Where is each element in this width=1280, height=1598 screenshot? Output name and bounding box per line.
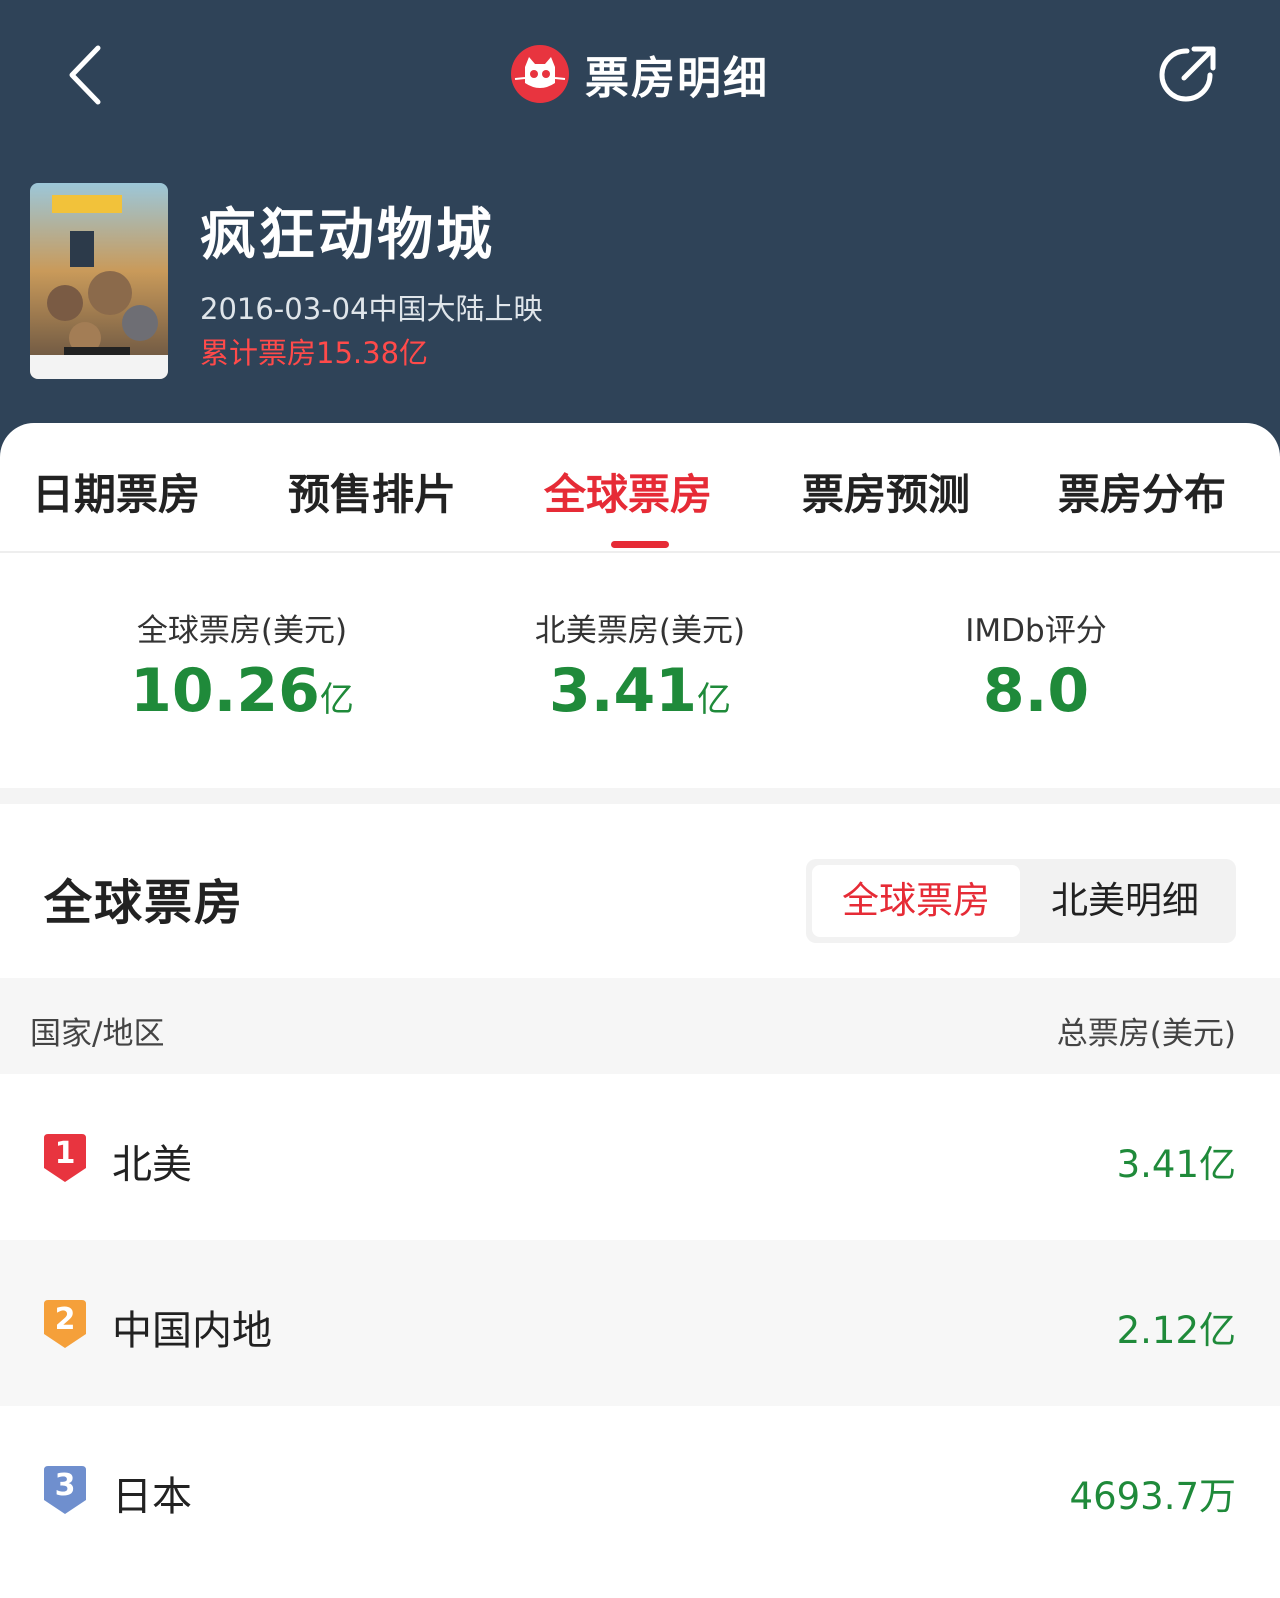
- column-header-total: 总票房(美元): [1056, 1016, 1236, 1052]
- poster-image: [30, 183, 168, 379]
- box-office-amount: 3.41亿: [1116, 1143, 1236, 1186]
- box-office-amount: 2.12亿: [1116, 1309, 1236, 1352]
- toggle-global-box-office[interactable]: 全球票房: [812, 865, 1020, 937]
- tab-daily-box-office[interactable]: 日期票房: [32, 461, 200, 522]
- section-title: 全球票房: [44, 875, 245, 931]
- stat-value: 10.26: [130, 656, 320, 726]
- stat-label: IMDb评分: [965, 613, 1107, 649]
- toggle-north-america-detail[interactable]: 北美明细: [1020, 865, 1230, 937]
- header: 票房明细 疯狂动物城 2016-03-04中国大陆上映 累计票房15.38亿: [0, 0, 1280, 470]
- share-button[interactable]: [1154, 42, 1220, 108]
- page-title: 票房明细: [585, 53, 769, 104]
- stat-global-box-office: 全球票房(美元) 10.26亿: [42, 605, 442, 726]
- tab-global-box-office[interactable]: 全球票房: [544, 461, 712, 522]
- stat-value: 8.0: [982, 656, 1090, 726]
- tab-bar: 日期票房 预售排片 全球票房 票房预测 票房分布: [0, 423, 1280, 553]
- stat-unit: 亿: [319, 680, 354, 720]
- tab-presale-schedule[interactable]: 预售排片: [288, 461, 456, 522]
- content-card: 日期票房 预售排片 全球票房 票房预测 票房分布 全球票房(美元) 10.26亿…: [0, 423, 1280, 1598]
- movie-title: 疯狂动物城: [200, 203, 495, 268]
- rank-badge-icon: 1: [42, 1132, 88, 1184]
- stat-unit: 亿: [697, 680, 732, 720]
- region-name: 日本: [112, 1474, 192, 1520]
- rank-badge-icon: 3: [42, 1464, 88, 1516]
- stat-value: 3.41: [548, 656, 698, 726]
- movie-poster[interactable]: [30, 183, 168, 379]
- active-tab-indicator: [611, 541, 669, 548]
- stat-label: 北美票房(美元): [534, 613, 746, 649]
- top-bar: 票房明细: [0, 0, 1280, 150]
- cat-logo-icon: [511, 45, 569, 103]
- table-row[interactable]: 3 日本 4693.7万: [0, 1406, 1280, 1572]
- cumulative-box-office: 累计票房15.38亿: [200, 336, 429, 370]
- stat-north-america-box-office: 北美票房(美元) 3.41亿: [440, 605, 840, 726]
- release-info: 2016-03-04中国大陆上映: [200, 292, 543, 326]
- column-header-region: 国家/地区: [30, 1016, 165, 1052]
- table-header: 国家/地区 总票房(美元): [0, 978, 1280, 1074]
- rank-number: 3: [54, 1468, 76, 1503]
- tab-box-office-forecast[interactable]: 票房预测: [802, 461, 970, 522]
- region-name: 中国内地: [112, 1308, 272, 1354]
- table-row[interactable]: 1 北美 3.41亿: [0, 1074, 1280, 1240]
- box-office-amount: 4693.7万: [1069, 1475, 1236, 1518]
- stat-imdb-rating: IMDb评分 8.0: [836, 605, 1236, 726]
- rank-number: 1: [54, 1136, 76, 1171]
- rank-badge-icon: 2: [42, 1298, 88, 1350]
- table-row[interactable]: 2 中国内地 2.12亿: [0, 1240, 1280, 1406]
- segmented-control: 全球票房 北美明细: [806, 859, 1236, 943]
- rank-number: 2: [54, 1302, 76, 1337]
- share-icon: [1159, 46, 1216, 102]
- section-divider: [0, 788, 1280, 804]
- stat-label: 全球票房(美元): [136, 613, 348, 649]
- tab-box-office-distribution[interactable]: 票房分布: [1058, 461, 1226, 522]
- region-name: 北美: [112, 1142, 192, 1188]
